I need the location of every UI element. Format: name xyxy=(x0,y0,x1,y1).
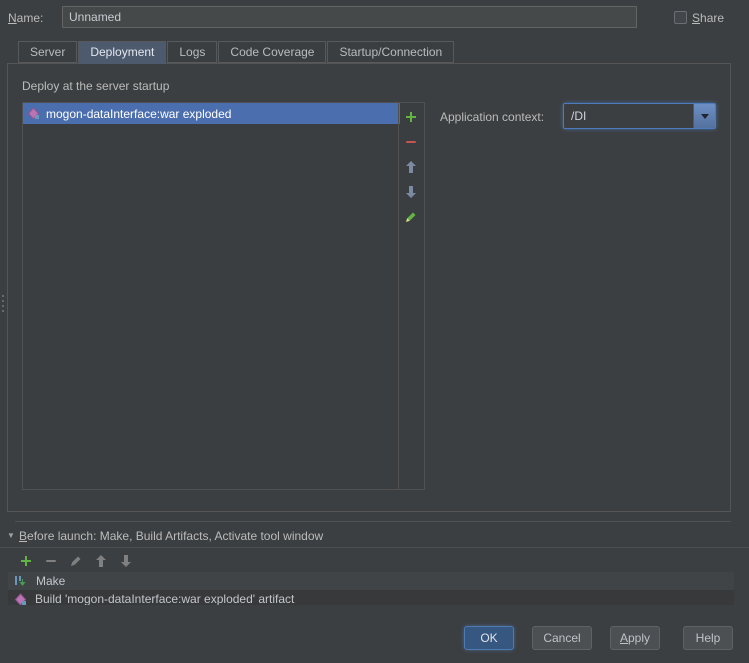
tab-logs[interactable]: Logs xyxy=(167,41,217,63)
edit-artifact-button[interactable] xyxy=(403,209,419,225)
move-task-down-button[interactable] xyxy=(118,553,134,569)
before-launch-item-build-artifact[interactable]: Build 'mogon-dataInterface:war exploded'… xyxy=(8,590,734,605)
move-up-button[interactable] xyxy=(403,159,419,175)
tab-startup-connection[interactable]: Startup/Connection xyxy=(327,41,454,63)
apply-button[interactable]: Apply xyxy=(610,626,660,650)
edit-task-button[interactable] xyxy=(68,553,84,569)
separator xyxy=(15,521,731,522)
artifact-list-item[interactable]: mogon-dataInterface:war exploded xyxy=(23,103,400,124)
help-button[interactable]: Help xyxy=(683,626,733,650)
artifacts-list: mogon-dataInterface:war exploded xyxy=(23,103,400,489)
artifact-icon xyxy=(14,593,27,606)
run-config-dialog: Name: Share Server Deployment Logs Code … xyxy=(0,0,749,663)
application-context-value: /DI xyxy=(564,104,693,128)
before-launch-label[interactable]: Before launch: Make, Build Artifacts, Ac… xyxy=(19,529,323,543)
before-launch-toolbar xyxy=(18,553,134,569)
tab-server[interactable]: Server xyxy=(18,41,77,63)
tab-code-coverage[interactable]: Code Coverage xyxy=(218,41,326,63)
add-task-button[interactable] xyxy=(18,553,34,569)
artifacts-listbox: mogon-dataInterface:war exploded xyxy=(22,102,425,490)
deploy-section-label: Deploy at the server startup xyxy=(22,79,169,93)
collapse-triangle-icon[interactable]: ▼ xyxy=(7,531,15,540)
application-context-label: Application context: xyxy=(440,110,544,124)
separator xyxy=(0,547,749,548)
before-launch-item-make[interactable]: Make xyxy=(8,572,734,590)
name-label: Name: xyxy=(8,11,43,25)
chevron-down-icon xyxy=(701,114,709,119)
cancel-button[interactable]: Cancel xyxy=(532,626,592,650)
move-task-up-button[interactable] xyxy=(93,553,109,569)
application-context-combobox[interactable]: /DI xyxy=(563,103,716,129)
name-input[interactable] xyxy=(62,6,637,28)
tab-deployment[interactable]: Deployment xyxy=(78,41,166,64)
move-down-button[interactable] xyxy=(403,184,419,200)
make-icon xyxy=(14,574,28,588)
before-launch-item-label: Build 'mogon-dataInterface:war exploded'… xyxy=(35,592,294,605)
share-label[interactable]: Share xyxy=(692,11,724,25)
artifact-icon xyxy=(27,107,40,120)
before-launch-item-label: Make xyxy=(36,574,65,588)
combobox-dropdown-button[interactable] xyxy=(693,104,715,128)
artifacts-side-toolbar xyxy=(398,103,424,489)
share-checkbox[interactable] xyxy=(674,11,687,24)
remove-task-button[interactable] xyxy=(43,553,59,569)
before-launch-list: Make Build 'mogon-dataInterface:war expl… xyxy=(8,572,734,605)
add-artifact-button[interactable] xyxy=(403,109,419,125)
splitter-grip[interactable] xyxy=(1,295,5,315)
remove-artifact-button[interactable] xyxy=(403,134,419,150)
ok-button[interactable]: OK xyxy=(464,626,514,650)
artifact-label: mogon-dataInterface:war exploded xyxy=(46,107,231,121)
config-tabbar: Server Deployment Logs Code Coverage Sta… xyxy=(18,41,455,64)
